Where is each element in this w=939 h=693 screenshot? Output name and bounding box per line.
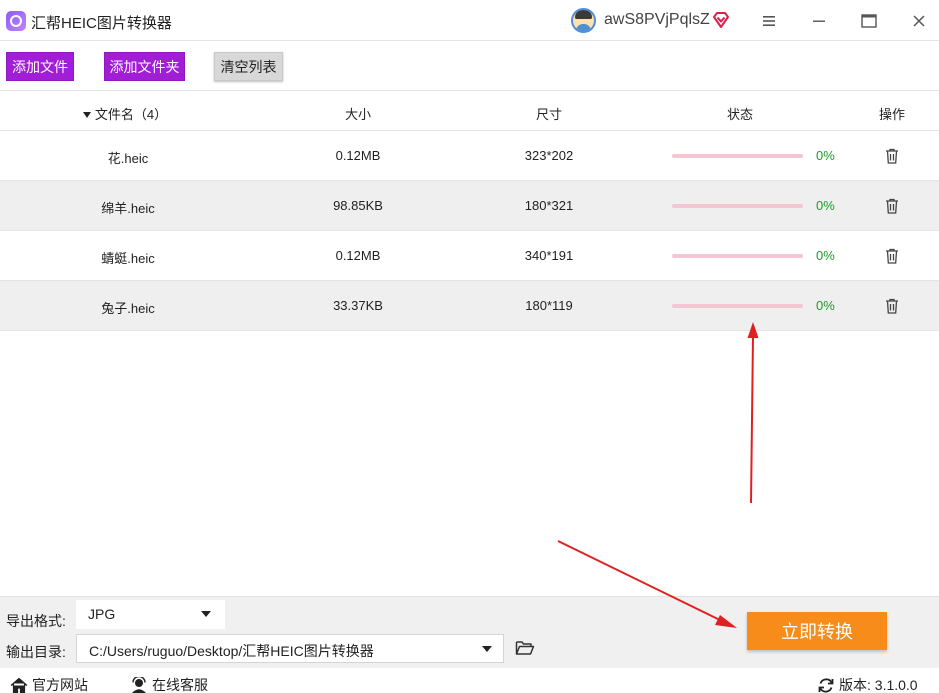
close-icon[interactable] <box>906 8 932 34</box>
home-icon <box>10 677 28 693</box>
file-name: 兔子.heic <box>101 301 155 316</box>
title-bar: 汇帮HEIC图片转换器 awS8PVjPqlsZ <box>0 0 939 41</box>
table-row[interactable]: 蜻蜓.heic 0.12MB 340*191 0% <box>0 231 939 281</box>
trash-icon[interactable] <box>884 197 900 215</box>
table-row[interactable]: 花.heic 0.12MB 323*202 0% <box>0 131 939 181</box>
file-name: 绵羊.heic <box>101 201 155 216</box>
export-format-value: JPG <box>88 606 116 622</box>
add-folder-button[interactable]: 添加文件夹 <box>104 52 185 81</box>
user-avatar[interactable] <box>571 8 596 33</box>
file-name: 蜻蜓.heic <box>101 251 155 266</box>
convert-now-button[interactable]: 立即转换 <box>747 612 887 650</box>
file-dimensions: 340*191 <box>524 248 574 263</box>
minimize-icon[interactable] <box>806 8 832 34</box>
version-label: 版本: 3.1.0.0 <box>839 677 918 693</box>
progress-percent: 0% <box>816 248 835 263</box>
file-size: 0.12MB <box>335 248 381 263</box>
column-header-size[interactable]: 大小 <box>300 104 416 123</box>
status-footer: 官方网站 在线客服 版本: 3.1.0.0 <box>0 668 939 693</box>
dropdown-arrow-icon <box>201 611 211 617</box>
trash-icon[interactable] <box>884 297 900 315</box>
sort-down-icon <box>82 112 91 118</box>
username[interactable]: awS8PVjPqlsZ <box>604 11 710 29</box>
file-table-header: 文件名（4） 大小 尺寸 状态 操作 <box>0 90 939 131</box>
dropdown-arrow-icon <box>482 646 492 652</box>
file-size: 0.12MB <box>335 148 381 163</box>
column-header-name-label: 文件名（4） <box>94 107 168 122</box>
file-size: 33.37KB <box>333 298 383 313</box>
folder-open-icon[interactable] <box>515 639 535 657</box>
file-dimensions: 180*321 <box>524 198 574 213</box>
export-format-label: 导出格式: <box>6 613 66 629</box>
official-site-link[interactable]: 官方网站 <box>10 675 88 693</box>
version-info[interactable]: 版本: 3.1.0.0 <box>817 675 918 693</box>
export-format-select[interactable]: JPG <box>76 600 225 629</box>
column-header-operation: 操作 <box>878 107 905 122</box>
file-dimensions: 180*119 <box>525 298 573 313</box>
arrow-to-progress <box>747 322 759 504</box>
progress-bar <box>672 254 803 258</box>
menu-icon[interactable] <box>756 8 782 34</box>
clear-list-button[interactable]: 清空列表 <box>214 52 283 81</box>
progress-percent: 0% <box>816 148 835 163</box>
vip-diamond-icon[interactable] <box>711 10 731 30</box>
online-service-label: 在线客服 <box>152 677 208 693</box>
table-row[interactable]: 绵羊.heic 98.85KB 180*321 0% <box>0 181 939 231</box>
app-title: 汇帮HEIC图片转换器 <box>31 15 172 32</box>
maximize-icon[interactable] <box>856 8 882 34</box>
column-header-status: 状态 <box>726 107 753 122</box>
file-table-body: 花.heic 0.12MB 323*202 0% 绵羊.heic 98.85KB… <box>0 131 939 331</box>
customer-service-icon <box>132 676 146 693</box>
file-name: 花.heic <box>107 151 149 166</box>
official-site-label: 官方网站 <box>32 677 88 693</box>
trash-icon[interactable] <box>884 147 900 165</box>
app-logo-icon <box>6 11 26 31</box>
output-dir-label: 输出目录: <box>6 644 66 660</box>
trash-icon[interactable] <box>884 247 900 265</box>
file-size: 98.85KB <box>333 198 383 213</box>
progress-percent: 0% <box>816 298 835 313</box>
add-file-button[interactable]: 添加文件 <box>6 52 74 81</box>
progress-percent: 0% <box>816 198 835 213</box>
column-header-dimensions[interactable]: 尺寸 <box>490 104 608 123</box>
refresh-icon <box>818 677 834 693</box>
progress-bar <box>672 204 803 208</box>
column-header-name[interactable]: 文件名（4） <box>60 104 190 123</box>
file-dimensions: 323*202 <box>524 148 574 163</box>
online-service-link[interactable]: 在线客服 <box>130 675 208 693</box>
output-dir-select[interactable]: C:/Users/ruguo/Desktop/汇帮HEIC图片转换器 <box>76 634 504 663</box>
table-row[interactable]: 兔子.heic 33.37KB 180*119 0% <box>0 281 939 331</box>
output-dir-value: C:/Users/ruguo/Desktop/汇帮HEIC图片转换器 <box>89 643 374 659</box>
progress-bar <box>672 154 803 158</box>
progress-bar <box>672 304 803 308</box>
